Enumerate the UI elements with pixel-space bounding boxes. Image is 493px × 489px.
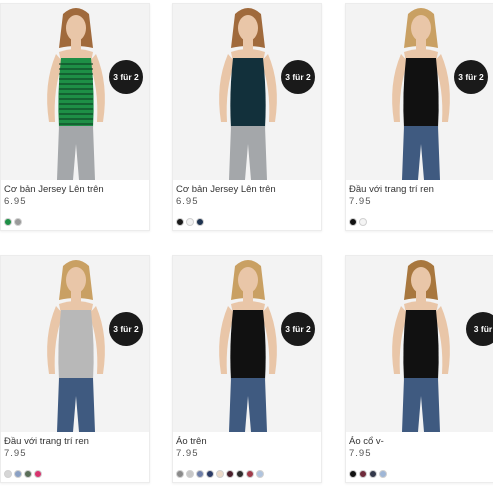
color-swatch[interactable]: [176, 218, 184, 226]
color-swatches: [176, 470, 264, 478]
color-swatch[interactable]: [349, 470, 357, 478]
product-card[interactable]: 3 für 2 Đầu với trang trí ren 7.95: [0, 255, 150, 483]
color-swatch[interactable]: [379, 470, 387, 478]
color-swatch[interactable]: [176, 470, 184, 478]
product-title[interactable]: Áo cổ v-: [349, 436, 492, 447]
color-swatch[interactable]: [196, 218, 204, 226]
color-swatches: [4, 218, 22, 226]
promo-badge: 3 für 2: [109, 312, 143, 346]
product-title[interactable]: Cơ bản Jersey Lên trên: [176, 184, 319, 195]
color-swatch[interactable]: [34, 470, 42, 478]
color-swatch[interactable]: [226, 470, 234, 478]
color-swatches: [349, 470, 387, 478]
color-swatch[interactable]: [186, 218, 194, 226]
color-swatch[interactable]: [196, 470, 204, 478]
product-price: 7.95: [349, 196, 372, 207]
product-price: 6.95: [4, 196, 27, 207]
product-price: 7.95: [4, 448, 27, 459]
product-card[interactable]: 3 für 2 Áo trên 7.95: [172, 255, 322, 483]
product-card[interactable]: 3 für 2 Đầu với trang trí ren 7.95: [345, 3, 493, 231]
product-grid: 3 für 2 Cơ bản Jersey Lên trên 6.95 3 fü…: [0, 0, 493, 489]
color-swatch[interactable]: [206, 470, 214, 478]
product-price: 7.95: [176, 448, 199, 459]
product-card[interactable]: 3 für 2 Cơ bản Jersey Lên trên 6.95: [0, 3, 150, 231]
product-title[interactable]: Đầu với trang trí ren: [4, 436, 147, 447]
product-price: 6.95: [176, 196, 199, 207]
color-swatch[interactable]: [24, 470, 32, 478]
color-swatch[interactable]: [236, 470, 244, 478]
color-swatch[interactable]: [359, 470, 367, 478]
color-swatch[interactable]: [4, 470, 12, 478]
product-title[interactable]: Đầu với trang trí ren: [349, 184, 492, 195]
product-card[interactable]: 3 für 2 Cơ bản Jersey Lên trên 6.95: [172, 3, 322, 231]
promo-badge: 3 für 2: [281, 60, 315, 94]
color-swatch[interactable]: [14, 218, 22, 226]
product-card[interactable]: 3 für Áo cổ v- 7.95: [345, 255, 493, 483]
color-swatch[interactable]: [216, 470, 224, 478]
promo-badge: 3 für 2: [281, 312, 315, 346]
color-swatches: [349, 218, 367, 226]
product-title[interactable]: Cơ bản Jersey Lên trên: [4, 184, 147, 195]
promo-badge: 3 für 2: [109, 60, 143, 94]
color-swatch[interactable]: [256, 470, 264, 478]
color-swatches: [176, 218, 204, 226]
model-photo: [392, 260, 450, 432]
product-title[interactable]: Áo trên: [176, 436, 319, 447]
color-swatch[interactable]: [14, 470, 22, 478]
color-swatch[interactable]: [359, 218, 367, 226]
promo-badge: 3 für: [466, 312, 493, 346]
color-swatch[interactable]: [369, 470, 377, 478]
product-image[interactable]: [346, 256, 493, 432]
color-swatch[interactable]: [186, 470, 194, 478]
product-price: 7.95: [349, 448, 372, 459]
color-swatch[interactable]: [4, 218, 12, 226]
color-swatch[interactable]: [246, 470, 254, 478]
color-swatch[interactable]: [349, 218, 357, 226]
color-swatches: [4, 470, 42, 478]
promo-badge: 3 für 2: [454, 60, 488, 94]
